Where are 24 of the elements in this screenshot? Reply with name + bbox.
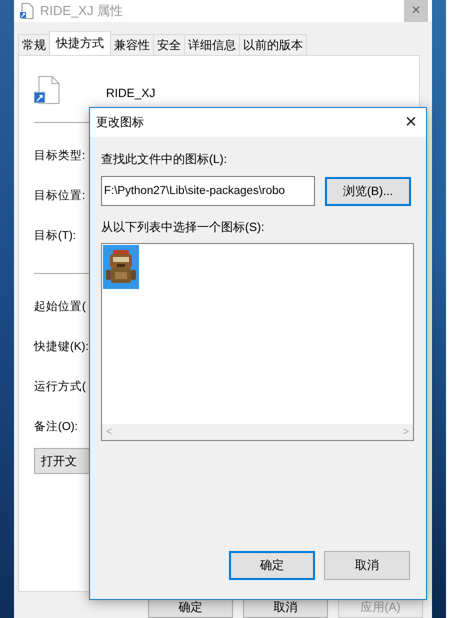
field-label: 目标(T): [34,228,76,242]
shortcut-file-icon [34,76,60,104]
field-label: 备注(O): [34,419,78,434]
field-label: 起始位置( [34,300,86,314]
robot-icon [105,248,137,286]
window-title: RIDE_XJ 属性 [40,2,124,20]
file-label: 查找此文件中的图标(L): [101,151,227,168]
dialog-button[interactable]: 确定 [229,551,315,580]
shortcut-name: RIDE_XJ [106,86,156,100]
file-path-field[interactable]: F:\Python27\Lib\site-packages\robo [101,176,315,206]
field-label: 运行方式( [34,379,86,394]
tab[interactable]: 快捷方式 [49,31,111,55]
close-button[interactable]: × [396,108,426,137]
dialog-button[interactable]: 取消 [324,551,410,580]
field-label: 快捷键(K): [34,340,89,354]
icon-list-label: 从以下列表中选择一个图标(S): [101,219,264,236]
tab[interactable]: 以前的版本 [239,34,307,55]
field-label: 目标类型: [34,148,86,162]
browse-button[interactable]: 浏览(B)... [325,176,411,206]
icon-item[interactable] [103,245,139,289]
tab[interactable]: 常规 [18,34,50,55]
field-label: 目标位置: [34,188,86,202]
shortcut-file-icon [20,3,34,19]
dialog-title: 更改图标 [96,114,145,131]
